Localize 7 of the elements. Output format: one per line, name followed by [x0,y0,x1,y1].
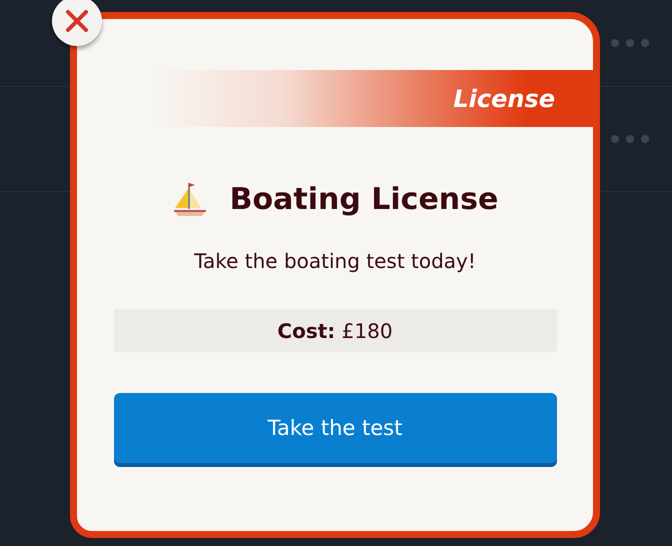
take-test-button[interactable]: Take the test [114,393,556,463]
dialog-title: Boating License [230,182,498,216]
dialog-subtitle: Take the boating test today! [194,249,476,273]
cost-label: Cost: £180 [277,318,393,342]
close-button[interactable] [52,0,102,46]
close-icon[interactable] [64,8,90,34]
banner-label: License [453,84,555,112]
